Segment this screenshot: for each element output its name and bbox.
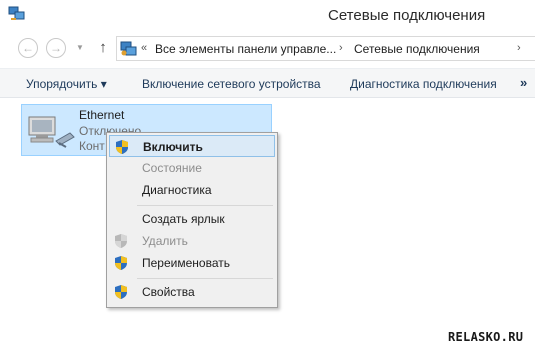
menu-item-label: Диагностика bbox=[142, 183, 212, 197]
menu-item-diagnose[interactable]: Диагностика bbox=[109, 179, 275, 201]
breadcrumb-separator[interactable]: › bbox=[517, 42, 521, 54]
breadcrumb-overflow[interactable]: « bbox=[141, 42, 147, 54]
control-panel-icon bbox=[120, 40, 138, 57]
menu-item-label: Удалить bbox=[142, 234, 188, 248]
context-menu: Включить Состояние Диагностика Создать я… bbox=[106, 132, 278, 308]
menu-item-label: Состояние bbox=[142, 161, 202, 175]
address-bar[interactable]: « Все элементы панели управле... › Сетев… bbox=[116, 36, 535, 61]
menu-item-label: Свойства bbox=[142, 285, 195, 299]
connection-device: Конт bbox=[79, 139, 105, 153]
breadcrumb-separator[interactable]: › bbox=[339, 42, 343, 54]
menu-item-label: Включить bbox=[143, 140, 203, 154]
forward-button[interactable]: → bbox=[46, 38, 66, 58]
breadcrumb-control-panel[interactable]: Все элементы панели управле... bbox=[155, 42, 336, 56]
enable-device-button[interactable]: Включение сетевого устройства bbox=[142, 77, 321, 91]
recent-locations-dropdown[interactable]: ▼ bbox=[76, 44, 84, 52]
menu-item-create-shortcut[interactable]: Создать ярлык bbox=[109, 208, 275, 230]
menu-item-enable[interactable]: Включить bbox=[109, 135, 275, 157]
back-button[interactable]: ← bbox=[18, 38, 38, 58]
navigation-bar: ← → ▼ ↑ « Все элементы панели управле...… bbox=[0, 32, 535, 66]
menu-item-delete: Удалить bbox=[109, 230, 275, 252]
menu-item-label: Создать ярлык bbox=[142, 212, 225, 226]
up-arrow-icon: ↑ bbox=[99, 39, 107, 56]
command-bar: Упорядочить ▾ Включение сетевого устройс… bbox=[0, 68, 535, 98]
watermark: RELASKO.RU bbox=[448, 330, 524, 344]
uac-shield-icon bbox=[113, 284, 129, 300]
network-adapter-icon bbox=[26, 111, 78, 151]
breadcrumb-network-connections[interactable]: Сетевые подключения bbox=[354, 42, 480, 56]
window-title: Сетевые подключения bbox=[328, 7, 486, 24]
menu-item-rename[interactable]: Переименовать bbox=[109, 252, 275, 274]
uac-shield-icon bbox=[113, 233, 129, 249]
forward-arrow-icon: → bbox=[50, 41, 62, 55]
menu-item-properties[interactable]: Свойства bbox=[109, 281, 275, 303]
menu-separator bbox=[137, 278, 273, 279]
network-connections-icon bbox=[8, 6, 26, 22]
diagnose-connection-button[interactable]: Диагностика подключения bbox=[350, 77, 497, 91]
uac-shield-icon bbox=[114, 139, 130, 155]
up-button[interactable]: ↑ bbox=[96, 39, 110, 57]
connection-name: Ethernet bbox=[79, 108, 125, 122]
uac-shield-icon bbox=[113, 255, 129, 271]
more-commands-button[interactable]: » bbox=[520, 75, 527, 90]
menu-item-status: Состояние bbox=[109, 157, 275, 179]
organize-button[interactable]: Упорядочить ▾ bbox=[26, 77, 107, 91]
menu-item-label: Переименовать bbox=[142, 256, 230, 270]
menu-separator bbox=[137, 205, 273, 206]
back-arrow-icon: ← bbox=[22, 41, 34, 55]
title-bar: Сетевые подключения bbox=[0, 0, 535, 32]
